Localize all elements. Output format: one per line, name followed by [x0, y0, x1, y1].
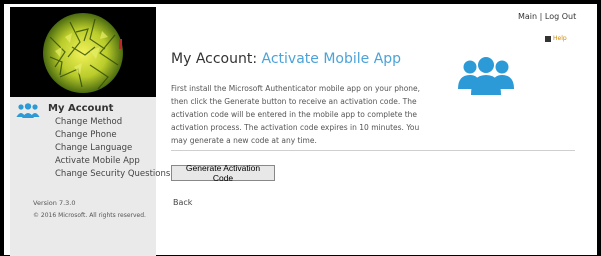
frame-border-right	[597, 0, 601, 256]
sidebar-item-change-phone[interactable]: Change Phone	[55, 130, 117, 140]
people-icon	[16, 103, 40, 118]
instructions-text: First install the Microsoft Authenticato…	[171, 84, 421, 145]
generate-activation-code-button[interactable]: Generate Activation Code	[171, 163, 275, 183]
sidebar-item-change-language[interactable]: Change Language	[55, 143, 132, 153]
page-title-prefix: My Account:	[171, 51, 258, 67]
copyright-text: © 2016 Microsoft. All rights reserved.	[33, 212, 146, 219]
people-icon	[458, 57, 514, 95]
page-title-suffix: Activate Mobile App	[261, 51, 402, 67]
sidebar-item-change-method[interactable]: Change Method	[55, 117, 122, 127]
sidebar-item-activate-mobile-app[interactable]: Activate Mobile App	[55, 156, 140, 166]
divider	[171, 150, 575, 151]
frame-border-left	[0, 0, 4, 256]
logo	[10, 7, 156, 97]
sidebar-item-change-security-questions[interactable]: Change Security Questions	[55, 169, 170, 179]
back-link[interactable]: Back	[173, 198, 192, 207]
version-text: Version 7.3.0	[33, 199, 76, 207]
help-icon	[545, 35, 551, 42]
nav-separator: |	[539, 12, 543, 21]
help-label: Help	[553, 35, 567, 42]
logo-graphic-icon	[43, 13, 123, 93]
top-nav: Main | Log Out	[518, 12, 576, 21]
page-title: My Account: Activate Mobile App	[171, 51, 401, 67]
main-link[interactable]: Main	[518, 12, 537, 21]
help-link[interactable]: Help	[545, 35, 567, 42]
logout-link[interactable]: Log Out	[545, 12, 576, 21]
sidebar-title: My Account	[48, 103, 114, 114]
frame-border-top	[0, 0, 601, 4]
